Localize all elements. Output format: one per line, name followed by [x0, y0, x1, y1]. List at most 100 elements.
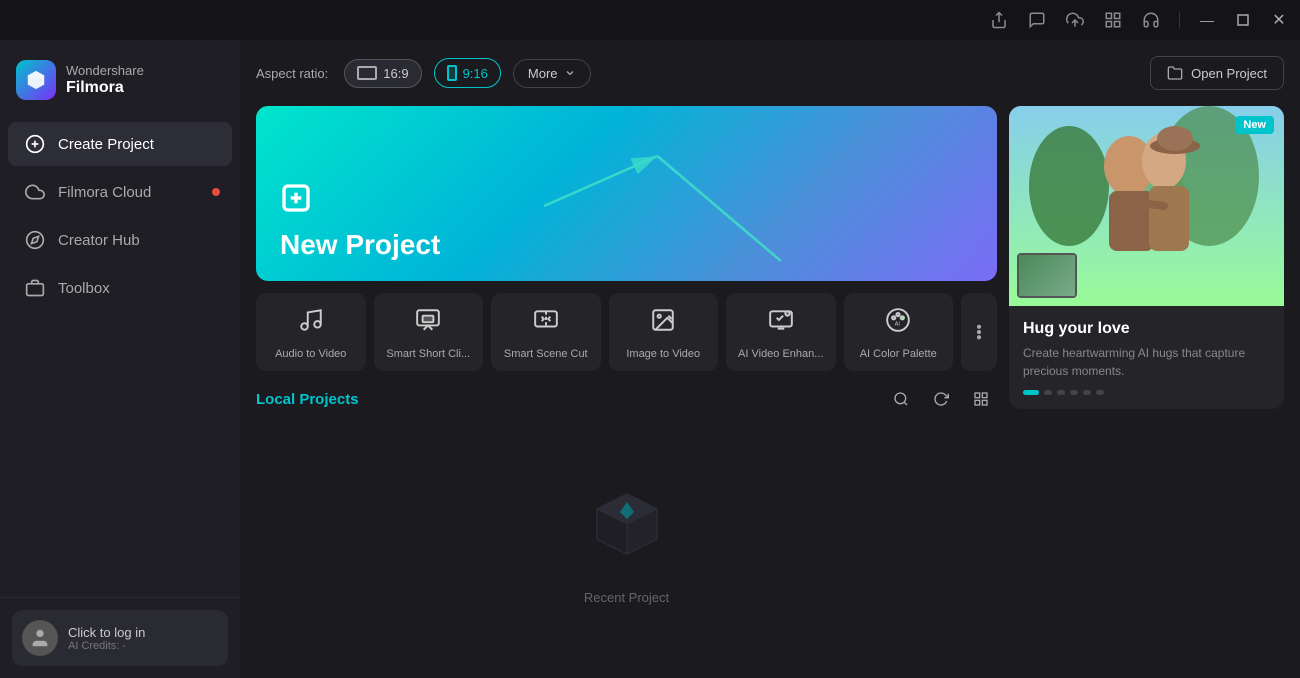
dot-3[interactable] [1057, 390, 1065, 395]
maximize-button[interactable] [1234, 11, 1252, 29]
compass-icon [24, 230, 46, 250]
sidebar-item-toolbox[interactable]: Toolbox [8, 266, 232, 310]
plus-circle-icon [24, 134, 46, 154]
logo-area: Wondershare Filmora [0, 48, 240, 120]
refresh-projects-button[interactable] [925, 383, 957, 415]
ai-video-enhance-label: AI Video Enhan... [738, 347, 823, 361]
app-body: Wondershare Filmora Create Project Filmo… [0, 40, 1300, 678]
share-icon[interactable] [989, 10, 1009, 30]
empty-box-icon [582, 484, 672, 578]
close-button[interactable]: ✕ [1270, 11, 1288, 29]
smart-short-clip-label: Smart Short Cli... [386, 347, 470, 361]
new-project-banner[interactable]: New Project [256, 106, 997, 281]
feature-info: Hug your love Create heartwarming AI hug… [1009, 306, 1284, 409]
sidebar: Wondershare Filmora Create Project Filmo… [0, 40, 240, 678]
smart-scene-cut-icon [533, 307, 559, 339]
notification-dot [212, 188, 220, 196]
brand-name: Wondershare [66, 63, 144, 79]
feature-card: New Hug your love Create heartwarming AI… [1009, 106, 1284, 409]
dot-4[interactable] [1070, 390, 1078, 395]
audio-to-video-label: Audio to Video [275, 347, 346, 361]
ai-color-palette-label: AI Color Palette [860, 347, 937, 361]
sidebar-item-create-project[interactable]: Create Project [8, 122, 232, 166]
ratio-16-9-label: 16:9 [383, 66, 408, 81]
toolbox-label: Toolbox [58, 280, 110, 297]
more-button[interactable]: More [513, 59, 591, 88]
carousel-dots [1023, 390, 1270, 395]
create-project-label: Create Project [58, 136, 154, 153]
feature-description: Create heartwarming AI hugs that capture… [1023, 344, 1270, 380]
toolbox-icon [24, 278, 46, 298]
filmora-cloud-label: Filmora Cloud [58, 184, 151, 201]
toolbar: Aspect ratio: 16:9 9:16 More Open [256, 56, 1284, 90]
app-logo [16, 60, 56, 100]
action-smart-scene-cut[interactable]: Smart Scene Cut [491, 293, 601, 371]
section-actions [885, 383, 997, 415]
action-smart-short-clip[interactable]: Smart Short Cli... [374, 293, 484, 371]
smart-short-clip-icon [415, 307, 441, 339]
new-project-title: New Project [280, 229, 440, 261]
open-project-button[interactable]: Open Project [1150, 56, 1284, 90]
aspect-ratio-9-16[interactable]: 9:16 [434, 58, 501, 88]
ratio-9-16-label: 9:16 [463, 66, 488, 81]
image-to-video-icon [650, 307, 676, 339]
creator-hub-label: Creator Hub [58, 232, 140, 249]
image-to-video-label: Image to Video [626, 347, 700, 361]
action-ai-video-enhance[interactable]: AI Video Enhan... [726, 293, 836, 371]
more-actions-button[interactable] [961, 293, 997, 371]
action-ai-color-palette[interactable]: AI AI Color Palette [844, 293, 954, 371]
local-projects-section: Local Projects [256, 383, 997, 662]
feature-title: Hug your love [1023, 320, 1270, 338]
left-panel: New Project [256, 106, 997, 662]
logo-text: Wondershare Filmora [66, 63, 144, 98]
minimize-button[interactable]: — [1198, 11, 1216, 29]
section-header: Local Projects [256, 383, 997, 415]
search-projects-button[interactable] [885, 383, 917, 415]
new-project-content: New Project [280, 182, 440, 261]
aspect-ratio-16-9[interactable]: 16:9 [344, 59, 421, 88]
action-audio-to-video[interactable]: Audio to Video [256, 293, 366, 371]
headphone-icon[interactable] [1141, 10, 1161, 30]
new-project-icon [280, 182, 440, 221]
feature-image: New [1009, 106, 1284, 306]
new-badge: New [1235, 116, 1274, 134]
quick-actions: Audio to Video Smart Short Cli... [256, 293, 997, 371]
avatar [22, 620, 58, 656]
thumbnail-inner [1019, 255, 1075, 296]
more-label: More [528, 66, 558, 81]
chat-icon[interactable] [1027, 10, 1047, 30]
aspect-ratio-label: Aspect ratio: [256, 66, 328, 81]
titlebar: — ✕ [0, 0, 1300, 40]
dot-1[interactable] [1023, 390, 1039, 395]
view-toggle-button[interactable] [965, 383, 997, 415]
right-panel: New Hug your love Create heartwarming AI… [1009, 106, 1284, 662]
user-area: Click to log in AI Credits: - [0, 597, 240, 678]
smart-scene-cut-label: Smart Scene Cut [504, 347, 588, 361]
svg-text:AI: AI [895, 321, 900, 327]
dot-6[interactable] [1096, 390, 1104, 395]
ratio-icon-16-9 [357, 66, 377, 80]
product-name: Filmora [66, 78, 144, 97]
sidebar-item-filmora-cloud[interactable]: Filmora Cloud [8, 170, 232, 214]
main-content: Aspect ratio: 16:9 9:16 More Open [240, 40, 1300, 678]
sidebar-item-creator-hub[interactable]: Creator Hub [8, 218, 232, 262]
local-projects-title: Local Projects [256, 391, 359, 408]
ratio-icon-9-16 [447, 65, 457, 81]
open-project-label: Open Project [1191, 66, 1267, 81]
login-text: Click to log in [68, 625, 145, 640]
ai-video-enhance-icon [768, 307, 794, 339]
thumbnail-strip [1017, 253, 1077, 298]
dot-2[interactable] [1044, 390, 1052, 395]
action-image-to-video[interactable]: Image to Video [609, 293, 719, 371]
ai-color-palette-icon: AI [885, 307, 911, 339]
audio-to-video-icon [298, 307, 324, 339]
cloud-icon [24, 182, 46, 202]
cloud-upload-icon[interactable] [1065, 10, 1085, 30]
empty-state: Recent Project [256, 427, 997, 662]
dot-5[interactable] [1083, 390, 1091, 395]
grid-icon[interactable] [1103, 10, 1123, 30]
content-grid: New Project [256, 106, 1284, 662]
user-info: Click to log in AI Credits: - [68, 625, 145, 652]
user-card[interactable]: Click to log in AI Credits: - [12, 610, 228, 666]
credits-text: AI Credits: - [68, 640, 145, 652]
